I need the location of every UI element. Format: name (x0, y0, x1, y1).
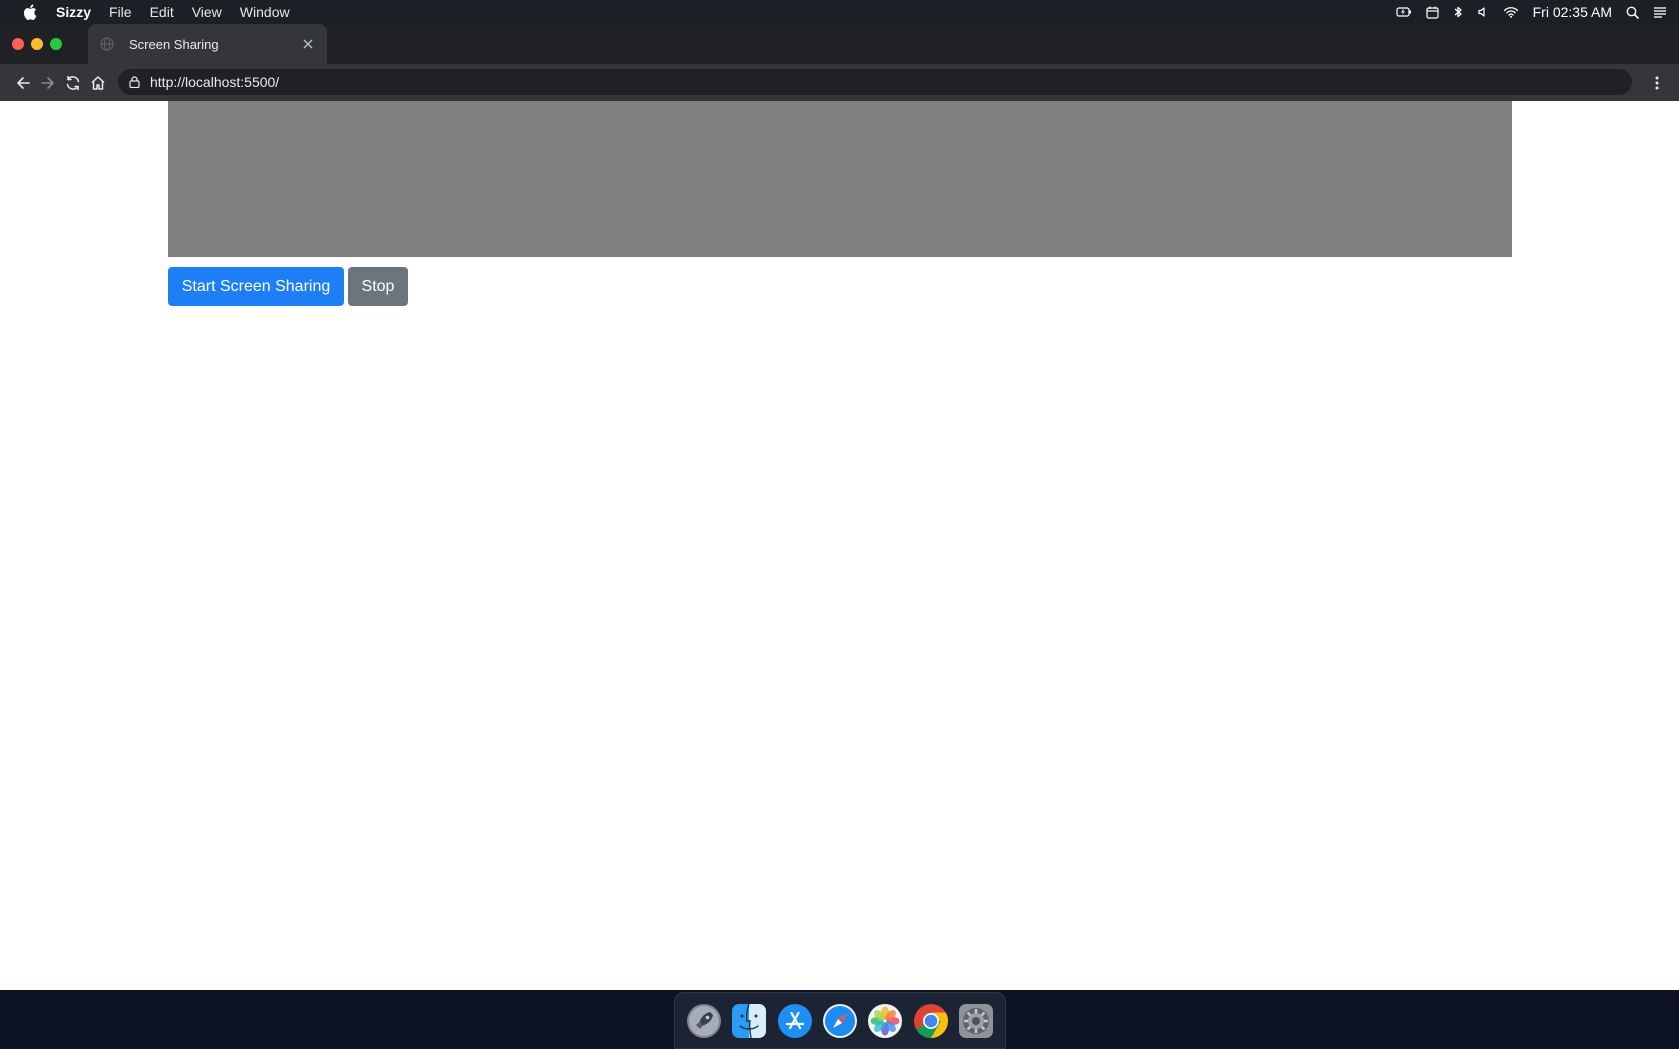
window-zoom-button[interactable] (50, 38, 62, 50)
screen-share-video (168, 101, 1512, 257)
browser-toolbar: http://localhost:5500/ (0, 64, 1679, 101)
spotlight-search-icon[interactable] (1626, 6, 1639, 19)
menu-window[interactable]: Window (240, 4, 290, 20)
menu-edit[interactable]: Edit (150, 4, 174, 20)
safari-icon[interactable] (821, 1002, 859, 1040)
menu-app-name[interactable]: Sizzy (56, 4, 91, 20)
dock (674, 992, 1006, 1049)
menu-file[interactable]: File (109, 4, 132, 20)
menu-bar: Sizzy File Edit View Window Fri 02:35 AM (0, 0, 1679, 24)
stop-button[interactable]: Stop (348, 267, 408, 306)
menu-view[interactable]: View (192, 4, 222, 20)
photos-icon[interactable] (866, 1002, 904, 1040)
lock-icon[interactable] (126, 74, 142, 90)
calendar-icon[interactable] (1426, 6, 1439, 19)
menu-clock[interactable]: Fri 02:35 AM (1533, 4, 1612, 20)
reload-icon[interactable] (62, 72, 84, 94)
window-minimize-button[interactable] (31, 38, 43, 50)
tab-title: Screen Sharing (129, 36, 219, 52)
apple-icon[interactable] (20, 2, 40, 22)
volume-icon[interactable] (1477, 6, 1489, 18)
battery-icon[interactable] (1396, 6, 1412, 18)
wifi-icon[interactable] (1503, 6, 1519, 18)
screen: Sizzy File Edit View Window Fri 02:35 AM (0, 0, 1679, 1049)
home-icon[interactable] (87, 72, 109, 94)
page-content: Start Screen Sharing Stop (0, 101, 1679, 990)
forward-arrow-icon[interactable] (37, 72, 59, 94)
address-bar[interactable]: http://localhost:5500/ (118, 69, 1632, 95)
tab-close-icon[interactable] (299, 35, 317, 53)
bluetooth-icon[interactable] (1453, 5, 1463, 19)
more-menu-icon[interactable] (1649, 72, 1665, 94)
globe-icon (99, 36, 115, 52)
address-url[interactable]: http://localhost:5500/ (150, 74, 279, 90)
finder-icon[interactable] (730, 1002, 768, 1040)
tab-screen-sharing[interactable]: Screen Sharing (88, 24, 327, 64)
system-preferences-icon[interactable] (957, 1002, 995, 1040)
app-store-icon[interactable] (776, 1002, 814, 1040)
start-screen-sharing-button[interactable]: Start Screen Sharing (168, 267, 344, 306)
launchpad-icon[interactable] (685, 1002, 723, 1040)
back-arrow-icon[interactable] (12, 72, 34, 94)
notification-center-icon[interactable] (1653, 6, 1667, 18)
chrome-icon[interactable] (912, 1002, 950, 1040)
status-area: Fri 02:35 AM (1396, 0, 1667, 24)
tab-strip: Screen Sharing (0, 24, 1679, 64)
window-close-button[interactable] (12, 38, 24, 50)
